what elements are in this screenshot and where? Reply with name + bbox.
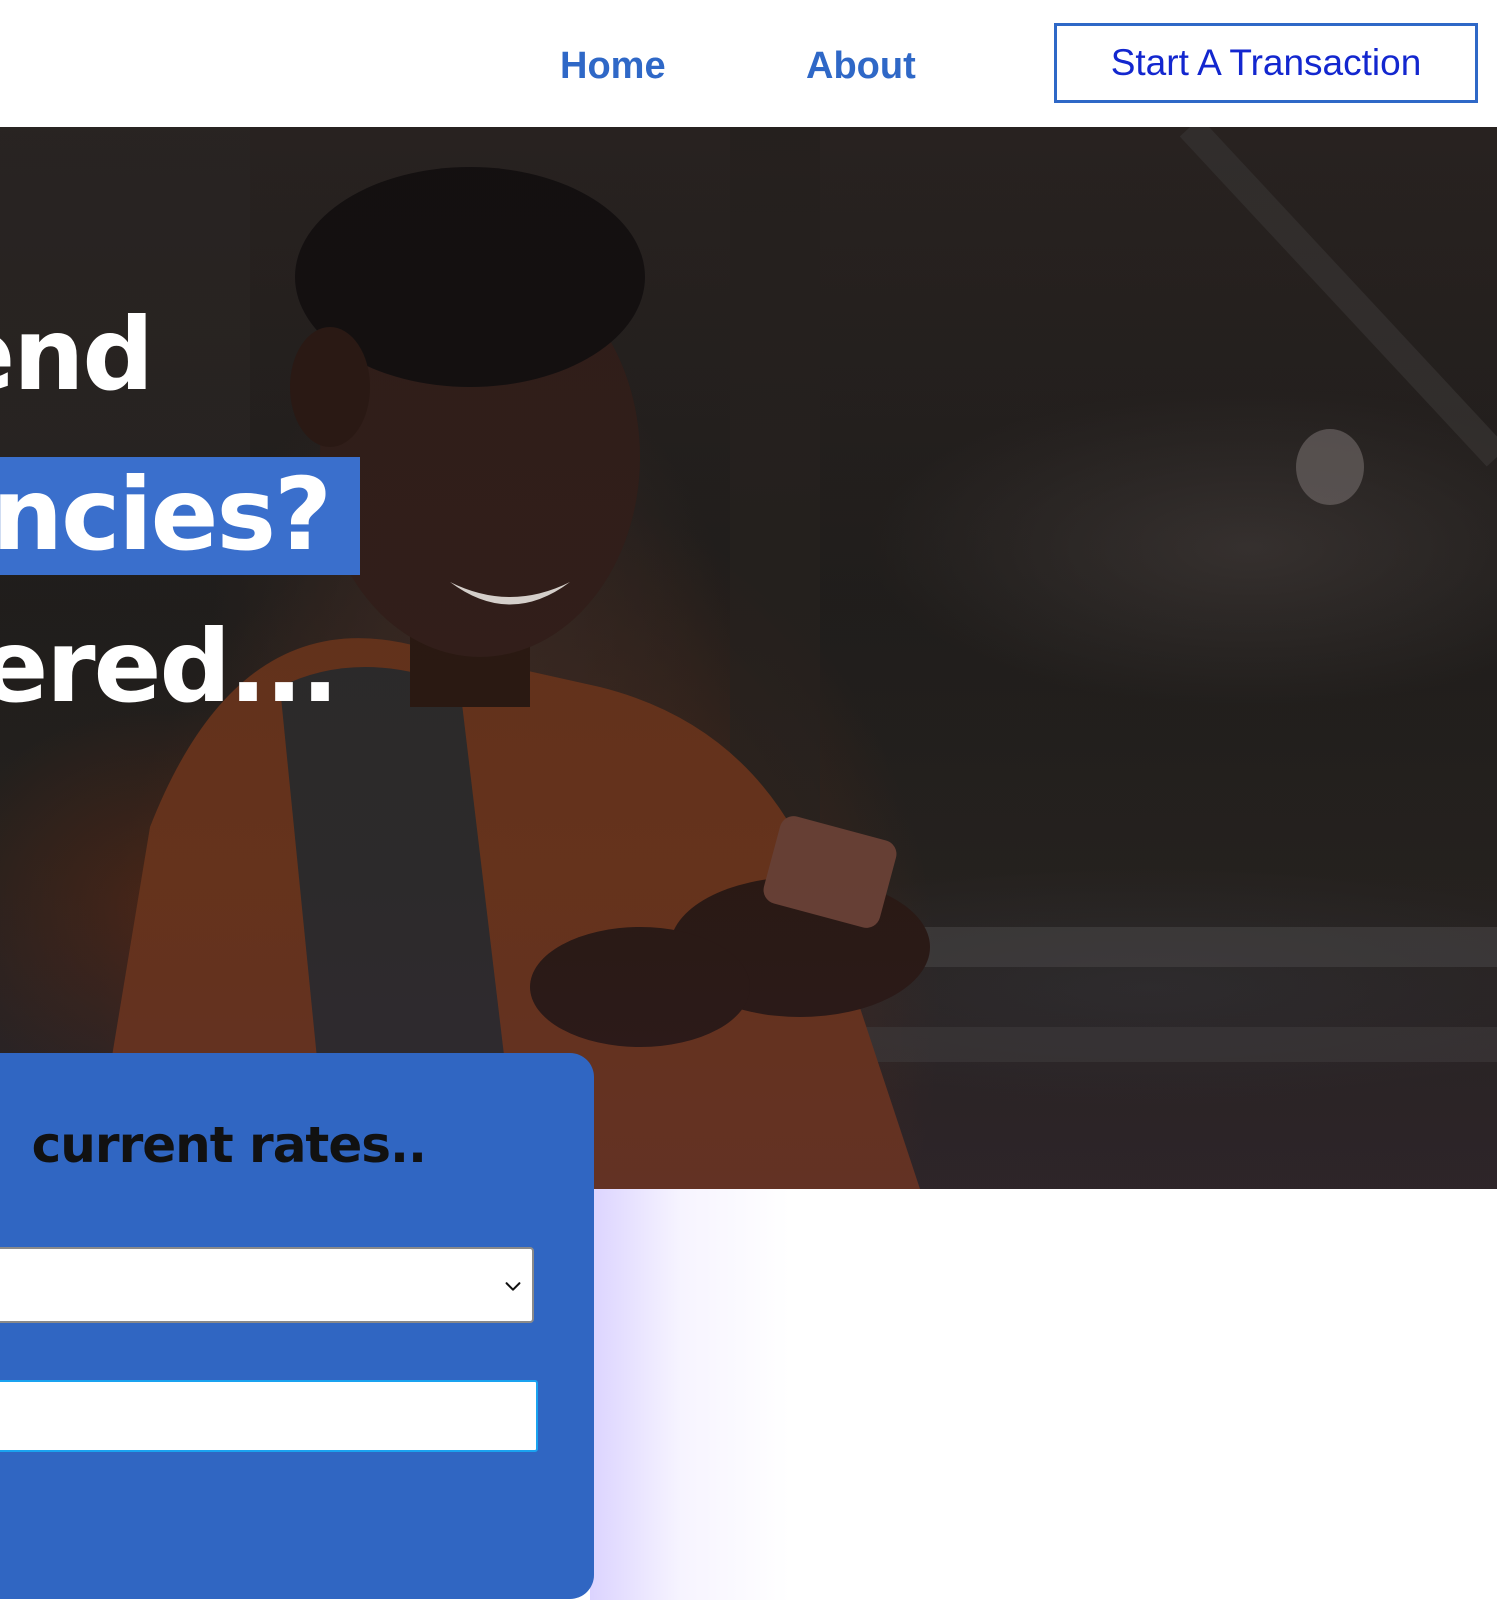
chevron-down-icon (505, 1282, 521, 1291)
nav-link-home[interactable]: Home (560, 40, 666, 92)
amount-input[interactable] (0, 1380, 538, 1452)
rates-heading: current rates.. (31, 1116, 427, 1174)
hero-headline-line1: end (0, 296, 154, 413)
rates-card: current rates.. (0, 1053, 594, 1599)
hero-headline-line2: ncies? (0, 457, 332, 573)
nav-link-about[interactable]: About (806, 40, 916, 92)
background-glow (590, 1189, 790, 1600)
hero-section: end ncies? ered... (0, 127, 1497, 1189)
site-header: Home About Start A Transaction (0, 0, 1497, 127)
hero-headline-line3: ered... (0, 608, 339, 725)
start-transaction-button[interactable]: Start A Transaction (1054, 23, 1478, 103)
hero-headline-highlight: ncies? (0, 457, 360, 575)
currency-select[interactable] (0, 1247, 534, 1323)
